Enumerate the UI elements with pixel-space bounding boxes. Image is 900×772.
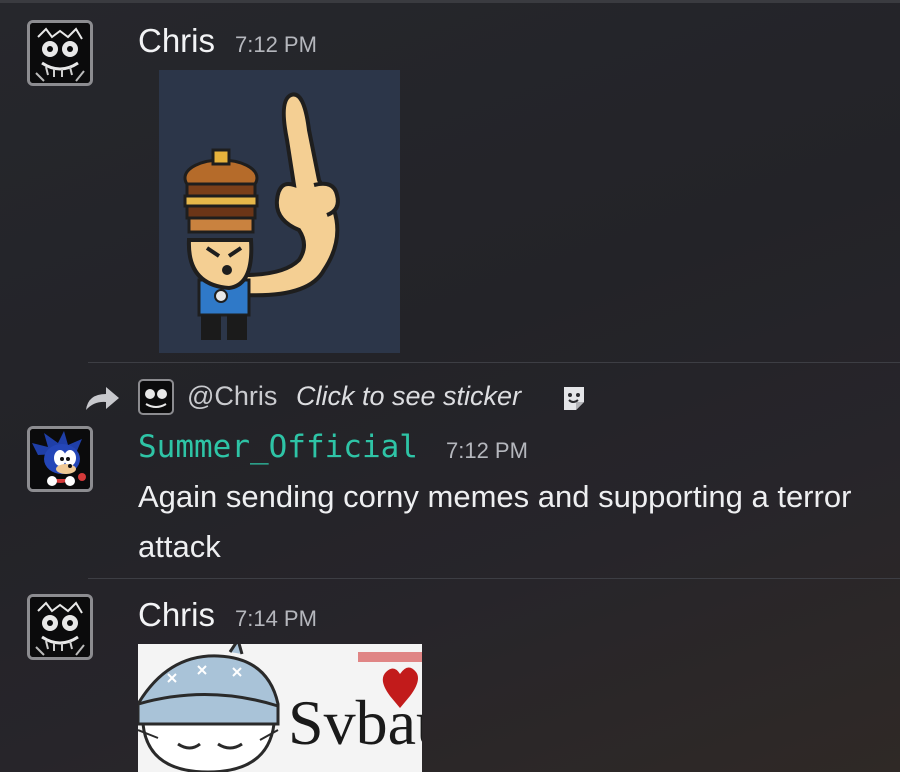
message-author[interactable]: Summer_Official — [138, 429, 418, 465]
reply-preview[interactable]: Click to see sticker — [296, 381, 521, 412]
svbau-sticker-image: Svbau — [138, 644, 422, 772]
summer-avatar[interactable] — [27, 426, 93, 492]
reply-avatar-icon — [138, 379, 174, 415]
burger-head-sticker-image — [159, 70, 400, 353]
message-divider — [88, 362, 900, 363]
chris-avatar[interactable] — [27, 20, 93, 86]
message-timestamp: 7:12 PM — [235, 32, 317, 57]
message-author[interactable]: Chris — [138, 22, 215, 60]
skull-sketch-avatar-icon — [30, 597, 90, 657]
message-author[interactable]: Chris — [138, 596, 215, 634]
burger-head-sticker[interactable] — [159, 70, 400, 353]
top-border — [0, 0, 900, 3]
sticker-icon — [564, 387, 584, 410]
reply-mention[interactable]: @Chris — [187, 381, 277, 412]
reply-arrow-icon — [86, 387, 119, 410]
sonic-avatar-icon — [30, 429, 90, 489]
message-timestamp: 7:12 PM — [446, 438, 528, 463]
reply-context[interactable]: @Chris Click to see sticker — [82, 378, 900, 418]
message-timestamp: 7:14 PM — [235, 606, 317, 631]
message-content-line-2: attack — [138, 529, 221, 564]
chris-avatar[interactable] — [27, 594, 93, 660]
skull-sketch-avatar-icon — [30, 23, 90, 83]
svbau-sticker[interactable]: Svbau — [138, 644, 422, 772]
message-content-line-1: Again sending corny memes and supporting… — [138, 479, 852, 514]
message-divider — [88, 578, 900, 579]
